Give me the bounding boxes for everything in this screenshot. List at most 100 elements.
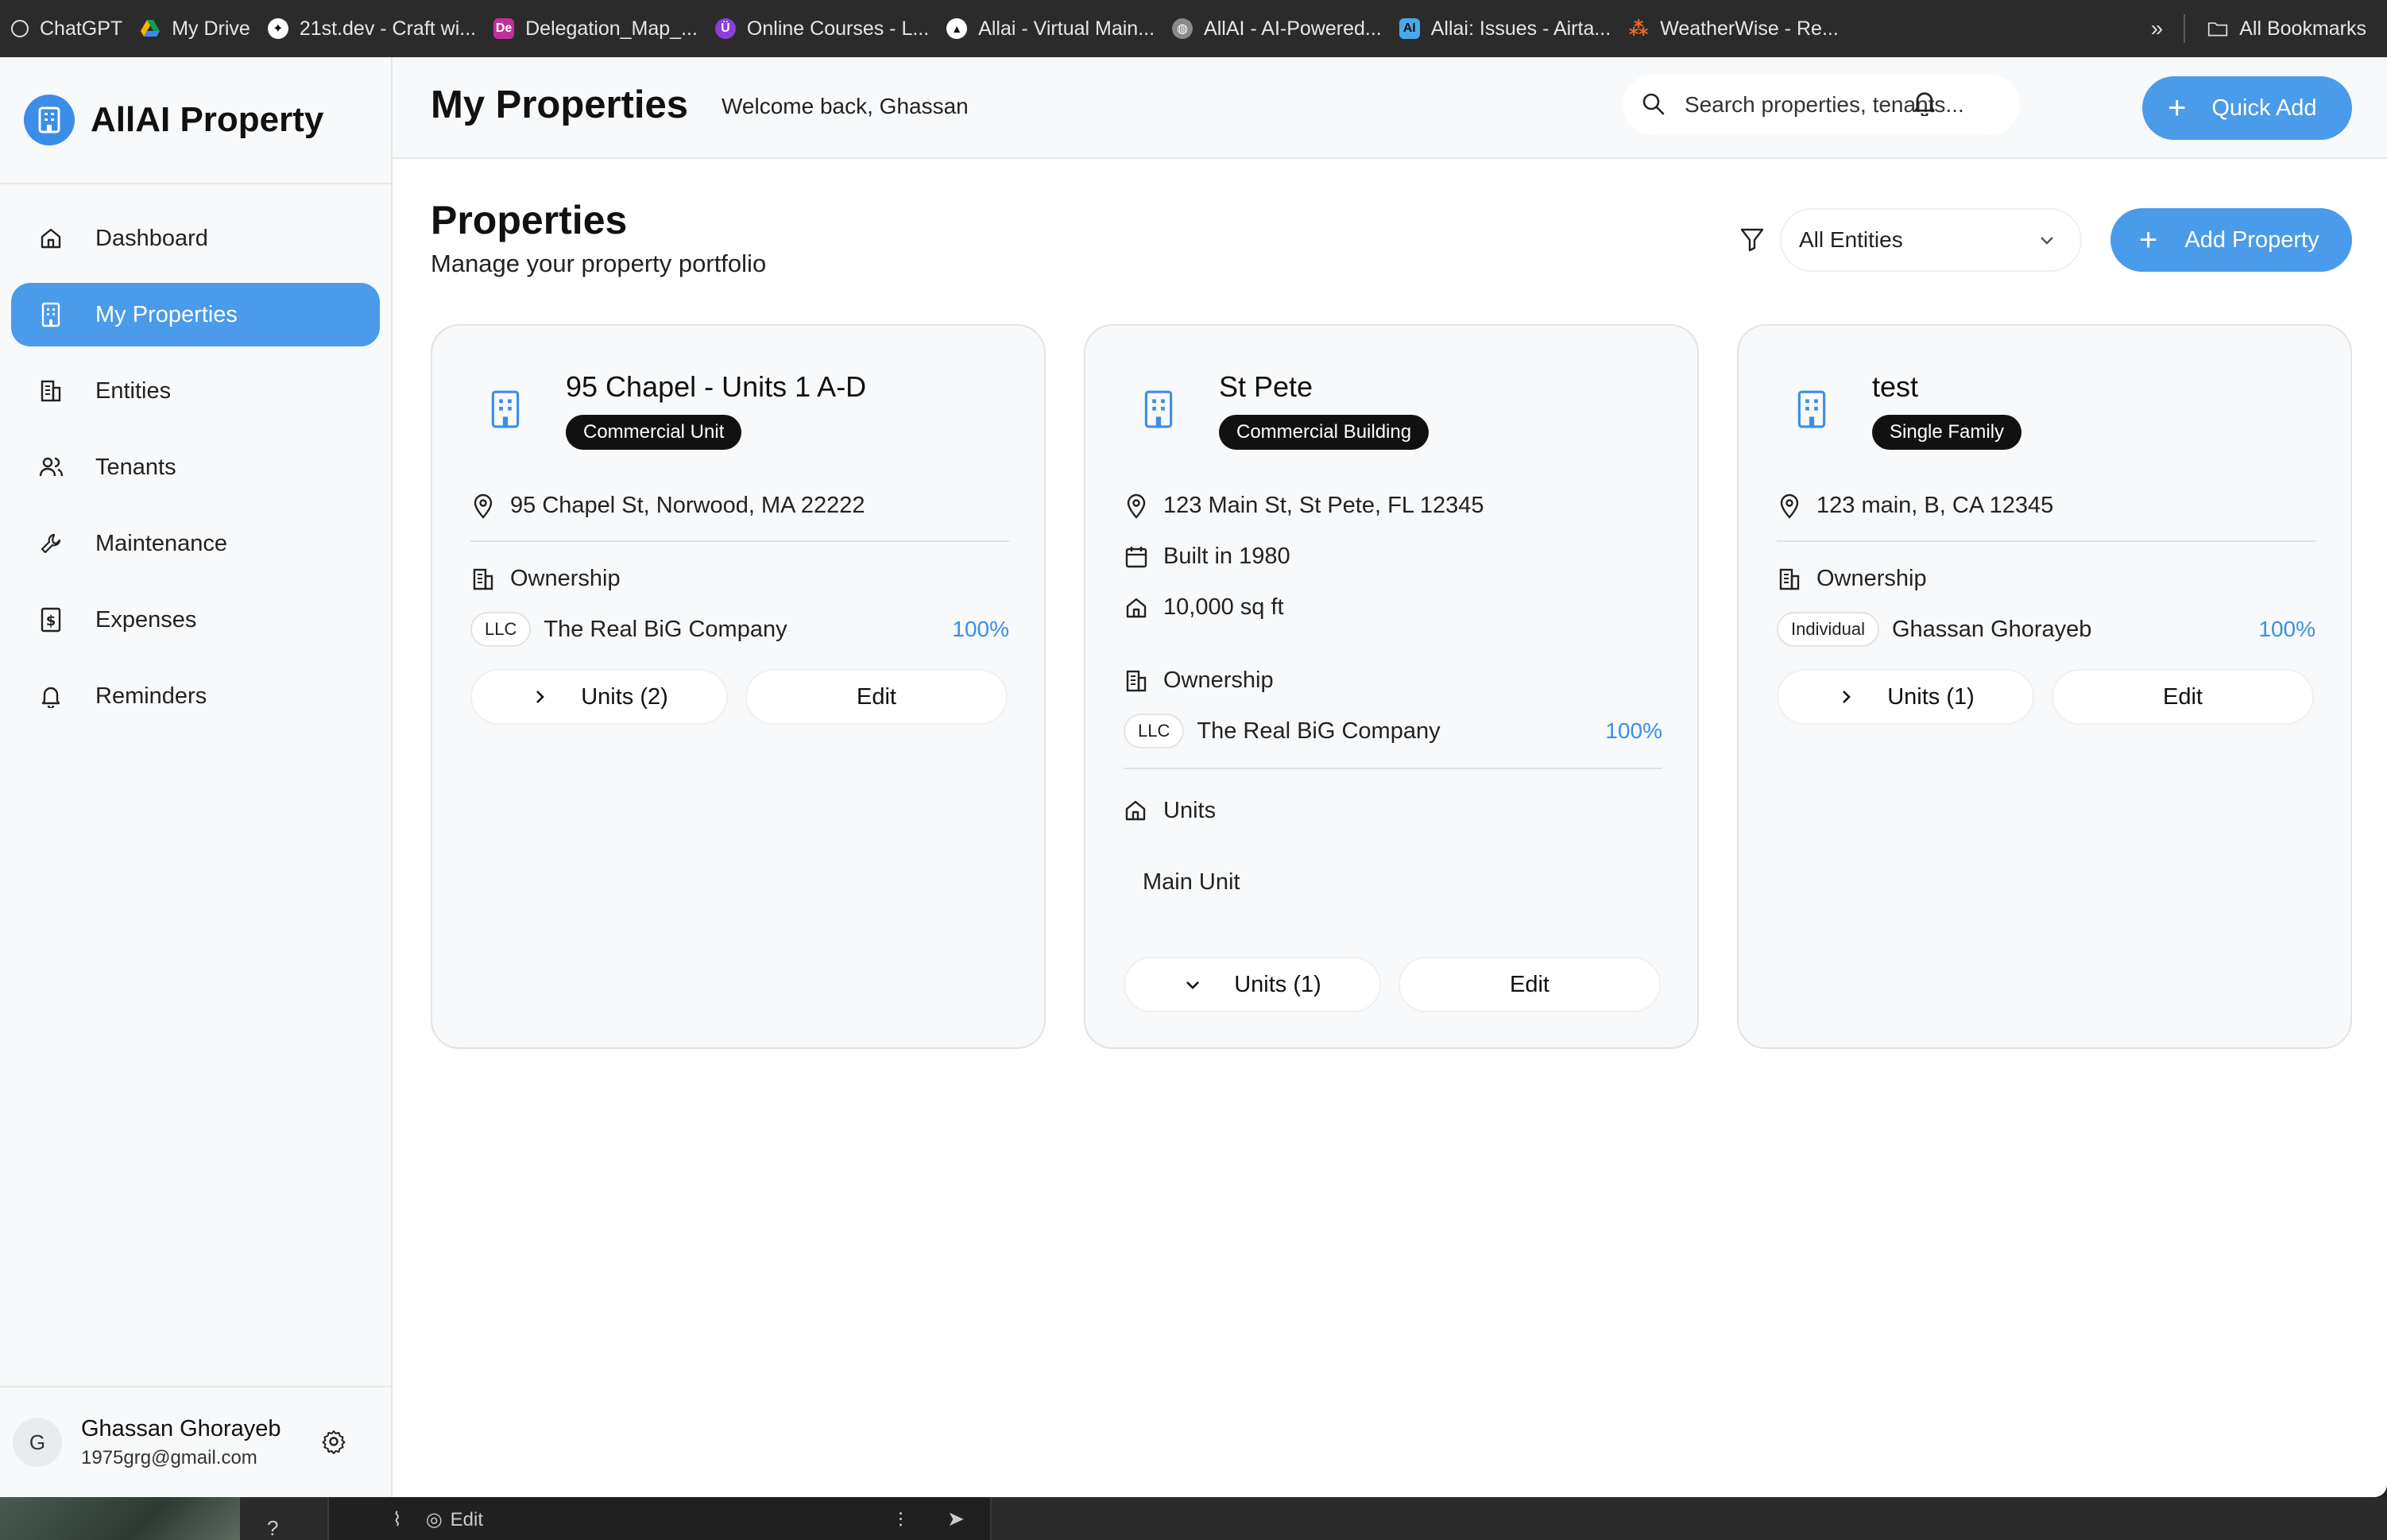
brand[interactable]: AllAI Property [0,57,391,184]
ownership-heading: Ownership [1777,566,1927,592]
wrench-icon [37,529,65,558]
ownership-percent: 100% [1605,718,1662,743]
units-button-label: Units (1) [1234,971,1321,997]
page-title: My Properties [431,83,689,126]
weatherwise-icon: ⁂ [1628,17,1649,40]
adobe-de-icon: De [493,18,515,39]
sidebar-item-label: Tenants [95,454,176,480]
bookmark-label: Allai - Virtual Main... [978,17,1155,40]
property-name: St Pete [1219,370,1313,403]
home-icon [37,224,65,253]
sidebar-item-dashboard[interactable]: Dashboard [11,207,380,270]
sidebar-item-expenses[interactable]: $ Expenses [11,588,380,652]
quick-add-button[interactable]: + Quick Add [2142,76,2352,140]
google-drive-icon [140,18,161,39]
plus-icon: + [2168,91,2187,126]
bookmark-21st[interactable]: ✦ 21st.dev - Craft wi... [263,0,489,57]
sidebar-item-reminders[interactable]: Reminders [11,664,380,728]
chevron-down-icon [1183,973,1205,996]
edit-button[interactable]: Edit [1399,957,1661,1012]
brand-logo-icon [24,95,75,145]
edit-button[interactable]: Edit [745,669,1008,725]
user-name: Ghassan Ghorayeb [81,1415,281,1441]
add-property-button[interactable]: + Add Property [2110,208,2352,272]
background-thumbnail [0,1497,240,1540]
bookmark-delegation-map[interactable]: De Delegation_Map_... [489,0,710,57]
property-card: St Pete Commercial Building 123 Main St,… [1084,324,1699,1049]
units-toggle-button[interactable]: Units (1) [1124,957,1381,1012]
edit-button[interactable]: Edit [2052,669,2314,725]
owner-type-pill: LLC [1124,714,1185,749]
bookmark-allai-powered[interactable]: ◍ AllAI - AI-Powered... [1167,0,1395,57]
property-card: 95 Chapel - Units 1 A-D Commercial Unit … [431,324,1046,1049]
sidebar-item-maintenance[interactable]: Maintenance [11,512,380,575]
bookmark-weatherwise[interactable]: ⁂ WeatherWise - Re... [1623,0,1851,57]
bookmark-allai-issues[interactable]: AI Allai: Issues - Airta... [1395,0,1623,57]
sidebar-item-entities[interactable]: Entities [11,359,380,423]
unit-list-item[interactable]: Main Unit [1143,869,1240,896]
help-question-mark[interactable]: ? [267,1516,278,1540]
owner-type-pill: Individual [1777,612,1879,647]
owner-type-pill: LLC [470,612,532,647]
target-icon: ◎ [425,1509,443,1530]
bookmark-allai-virtual[interactable]: ▲ Allai - Virtual Main... [942,0,1167,57]
paperclip-icon[interactable]: ⌇ [393,1508,402,1531]
property-type-badge: Single Family [1872,415,2022,450]
map-pin-icon [470,493,496,519]
user-profile[interactable]: G Ghassan Ghorayeb 1975grg@gmail.com [0,1386,393,1497]
avatar: G [13,1418,62,1467]
section-subtitle: Manage your property portfolio [431,250,767,277]
background-window-strip: ? ⌇ ◎ Edit ⫶ ➤ [0,1497,2387,1540]
units-toggle-button[interactable]: Units (1) [1777,669,2034,725]
send-icon[interactable]: ➤ [947,1507,965,1531]
bookmark-all-bookmarks[interactable]: All Bookmarks [2203,0,2387,57]
address-text: 95 Chapel St, Norwood, MA 22222 [510,493,865,518]
entities-icon [1777,567,1802,592]
welcome-text: Welcome back, Ghassan [722,94,969,118]
triangle-icon: ▲ [946,18,968,39]
filter-icon[interactable] [1739,226,1770,257]
composer-edit[interactable]: ⌇ ◎ Edit [393,1508,483,1531]
sidebar-item-tenants[interactable]: Tenants [11,435,380,499]
address-text: 123 Main St, St Pete, FL 12345 [1163,493,1484,518]
property-name: test [1872,370,1919,403]
ai-icon: AI [1399,18,1420,39]
settings-gear-icon[interactable] [318,1426,350,1457]
year-built-text: Built in 1980 [1163,544,1290,569]
chevron-right-icon [1836,686,1859,708]
ownership-row: Individual Ghassan Ghorayeb 100% [1777,612,2315,647]
units-label: Units [1163,798,1217,823]
brand-name: AllAI Property [91,100,324,139]
user-email: 1975grg@gmail.com [81,1446,257,1468]
bookmark-label: My Drive [172,17,250,40]
owner-name: Ghassan Ghorayeb [1891,616,2092,642]
plus-icon: + [2139,222,2158,257]
more-bookmarks-icon[interactable]: » [2130,16,2184,41]
bookmark-online-courses[interactable]: Ü Online Courses - L... [710,0,942,57]
add-property-label: Add Property [2184,226,2319,253]
chatgpt-icon [11,20,29,37]
section-title: Properties [431,198,628,242]
bookmark-label: 21st.dev - Craft wi... [299,17,477,40]
entity-filter-value: All Entities [1799,227,1903,252]
bookmark-chatgpt[interactable]: ChatGPT [6,0,135,57]
bookmark-label: All Bookmarks [2239,17,2366,40]
sliders-icon[interactable]: ⫶ [898,1508,903,1534]
notifications-bell-icon[interactable] [1912,89,1944,121]
entities-icon [470,567,496,592]
home-icon [1124,595,1149,621]
search-input[interactable]: Search properties, tenants... [1623,75,2020,135]
sidebar-item-label: Reminders [95,683,207,709]
entity-filter-select[interactable]: All Entities [1780,208,2082,272]
chevron-down-icon [2036,229,2058,251]
property-name: 95 Chapel - Units 1 A-D [566,370,867,403]
chevron-right-icon [530,686,552,708]
ownership-label: Ownership [1163,667,1274,693]
bookmark-my-drive[interactable]: My Drive [135,0,263,57]
bookmark-label: AllAI - AI-Powered... [1204,17,1382,40]
divider [470,540,1009,542]
search-icon [1640,91,1669,119]
units-toggle-button[interactable]: Units (2) [470,669,728,725]
edit-button-label: Edit [857,683,896,710]
sidebar-item-my-properties[interactable]: My Properties [11,283,380,346]
